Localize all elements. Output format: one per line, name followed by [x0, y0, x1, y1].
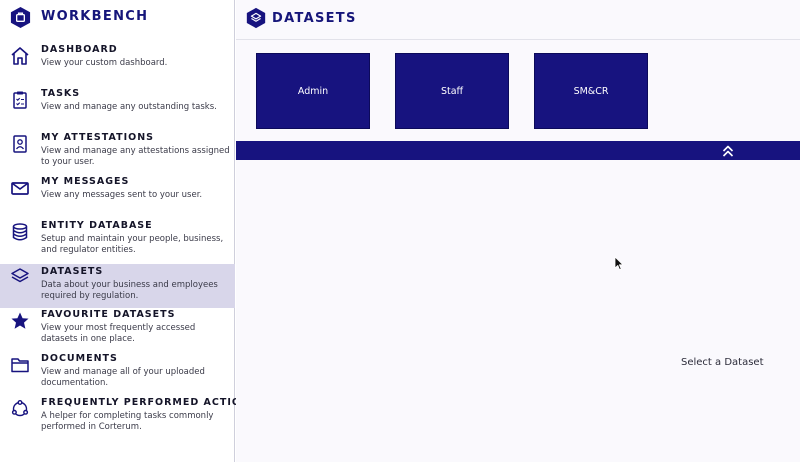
sidebar-item-desc: View and manage any attestations assigne… [41, 146, 230, 167]
sidebar-item-desc: View and manage all of your uploaded doc… [41, 367, 205, 388]
page-header: DATASETS [236, 0, 800, 40]
sidebar-item-entity-database[interactable]: ENTITY DATABASE Setup and maintain your … [0, 220, 235, 264]
sidebar-item-frequently-performed-actions[interactable]: FREQUENTLY PERFORMED ACTIONS A helper fo… [0, 397, 257, 441]
sidebar-item-title: DOCUMENTS [41, 353, 118, 364]
sidebar-item-title: TASKS [41, 88, 81, 99]
cycle-icon [11, 400, 29, 417]
sidebar-item-title: FAVOURITE DATASETS [41, 309, 176, 320]
sidebar-item-title: MY ATTESTATIONS [41, 132, 155, 143]
sidebar-item-desc: View your most frequently accessed datas… [41, 323, 196, 344]
sidebar-item-desc: View your custom dashboard. [41, 58, 168, 68]
badge-icon [13, 135, 27, 153]
sidebar-item-dashboard[interactable]: DASHBOARD View your custom dashboard. [0, 44, 235, 88]
sidebar-item-title: DASHBOARD [41, 44, 118, 55]
dataset-tile-staff[interactable]: Staff [395, 53, 509, 129]
database-icon [12, 223, 28, 241]
double-chevron-up-icon[interactable] [721, 144, 735, 158]
sidebar-item-desc: View and manage any outstanding tasks. [41, 102, 217, 112]
sidebar-item-title: MY MESSAGES [41, 176, 130, 187]
dataset-tile-admin[interactable]: Admin [256, 53, 370, 129]
sidebar-item-title: DATASETS [41, 266, 104, 277]
home-icon [11, 47, 29, 65]
sidebar-item-my-attestations[interactable]: MY ATTESTATIONS View and manage any atte… [0, 132, 235, 176]
mouse-cursor-icon [614, 256, 624, 270]
main-panel: DATASETS Admin Staff SM&CR Select a Data… [236, 0, 800, 462]
folder-icon [11, 358, 29, 373]
collapse-bar[interactable] [236, 141, 800, 160]
sidebar-item-title: FREQUENTLY PERFORMED ACTIONS [41, 397, 258, 408]
sidebar-item-datasets[interactable]: DATASETS Data about your business and em… [0, 264, 235, 308]
dataset-tile-smcr[interactable]: SM&CR [534, 53, 648, 129]
sidebar-item-desc: View any messages sent to your user. [41, 190, 203, 200]
envelope-icon [11, 182, 29, 195]
sidebar-item-desc: A helper for completing tasks commonly p… [41, 411, 214, 432]
brand-title: WORKBENCH [41, 9, 149, 24]
star-icon [11, 312, 29, 329]
sidebar-item-favourite-datasets[interactable]: FAVOURITE DATASETS View your most freque… [0, 309, 235, 353]
datasets-logo-icon [246, 7, 266, 29]
sidebar-item-my-messages[interactable]: MY MESSAGES View any messages sent to yo… [0, 176, 235, 220]
sidebar-item-desc: Data about your business and employees r… [41, 280, 218, 301]
sidebar-item-tasks[interactable]: TASKS View and manage any outstanding ta… [0, 88, 235, 132]
page-title: DATASETS [272, 11, 357, 26]
workbench-logo-icon [10, 6, 31, 29]
sidebar-item-documents[interactable]: DOCUMENTS View and manage all of your up… [0, 353, 235, 397]
clipboard-icon [13, 91, 27, 109]
sidebar: WORKBENCH DASHBOARD View your custom das… [0, 0, 257, 462]
sidebar-item-title: ENTITY DATABASE [41, 220, 153, 231]
brand-header[interactable]: WORKBENCH [0, 0, 235, 35]
layers-icon [11, 268, 29, 283]
sidebar-item-desc: Setup and maintain your people, business… [41, 234, 224, 255]
empty-state-message: Select a Dataset [681, 357, 764, 368]
